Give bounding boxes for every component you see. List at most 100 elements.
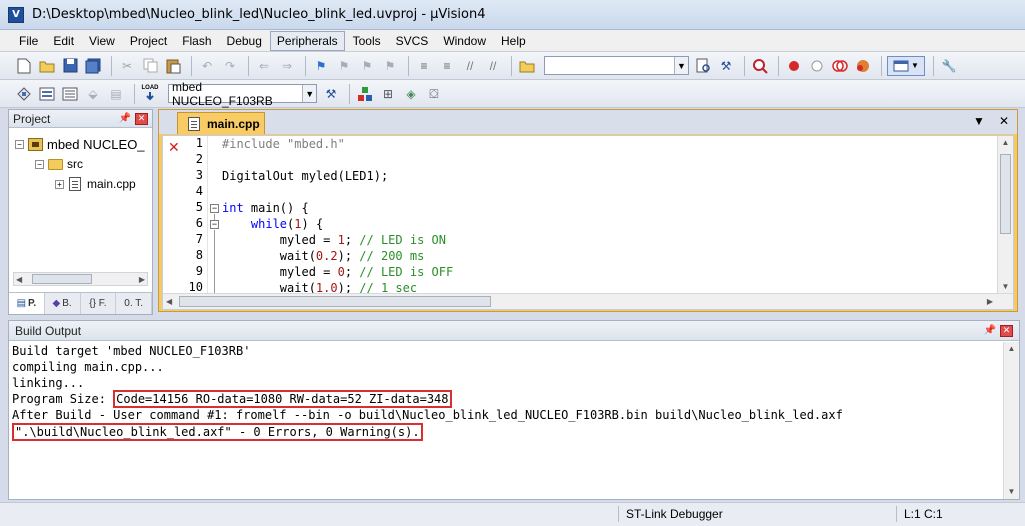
status-separator — [896, 506, 897, 522]
editor-hscrollbar[interactable]: ◀ ▶ — [163, 293, 1013, 309]
download-icon[interactable]: LOAD — [140, 84, 160, 104]
menu-view[interactable]: View — [82, 31, 122, 51]
project-tab-icon: ▤ — [16, 298, 27, 309]
navigate-forward-icon[interactable]: ⇒ — [277, 56, 297, 76]
scroll-thumb[interactable] — [32, 274, 92, 284]
scroll-thumb[interactable] — [179, 296, 491, 307]
batch-build-icon[interactable]: ⬙ — [83, 84, 103, 104]
build-output-title: Build Output — [15, 323, 82, 338]
stop-build-icon[interactable]: ▤ — [106, 84, 126, 104]
scroll-down-icon[interactable]: ▼ — [998, 280, 1013, 294]
scroll-up-icon[interactable]: ▲ — [1004, 342, 1019, 356]
enable-breakpoint-icon[interactable] — [807, 56, 827, 76]
undo-icon[interactable]: ↶ — [197, 56, 217, 76]
navigate-back-icon[interactable]: ⇐ — [254, 56, 274, 76]
find-icon[interactable] — [693, 56, 713, 76]
unindent-icon[interactable]: ≡ — [437, 56, 457, 76]
scroll-right-icon[interactable]: ▶ — [139, 275, 145, 284]
target-options-icon[interactable]: ⚒ — [321, 84, 341, 104]
close-icon[interactable]: ✕ — [135, 112, 148, 125]
tree-item-file[interactable]: + main.cpp — [55, 175, 136, 193]
menu-help[interactable]: Help — [494, 31, 533, 51]
tree-item-project[interactable]: − mbed NUCLEO_ — [15, 135, 145, 153]
find-in-files-icon[interactable] — [517, 56, 537, 76]
indent-icon[interactable]: ≡ — [414, 56, 434, 76]
new-file-icon[interactable] — [14, 56, 34, 76]
scroll-up-icon[interactable]: ▲ — [998, 136, 1013, 150]
menu-project[interactable]: Project — [123, 31, 174, 51]
toolbar-separator — [778, 55, 779, 76]
cpp-file-icon — [67, 177, 83, 191]
paste-icon[interactable] — [163, 56, 183, 76]
fold-collapse-icon[interactable]: − — [210, 220, 219, 229]
scroll-left-icon[interactable]: ◀ — [166, 297, 172, 306]
copy-icon[interactable] — [140, 56, 160, 76]
file-extensions-icon[interactable]: ⊞ — [378, 84, 398, 104]
fold-collapse-icon[interactable]: − — [210, 204, 219, 213]
select-packs-icon[interactable]: ◈ — [401, 84, 421, 104]
tab-books[interactable]: ◆ B. — [45, 293, 81, 314]
next-bookmark-icon[interactable]: ⚑ — [357, 56, 377, 76]
tab-project[interactable]: ▤ P. — [9, 293, 45, 314]
toolbar-separator — [134, 83, 135, 104]
books-icon[interactable]: ⛋ — [424, 84, 444, 104]
scroll-down-icon[interactable]: ▼ — [1004, 485, 1019, 499]
save-all-icon[interactable] — [83, 56, 103, 76]
close-tab-icon[interactable]: ✕ — [999, 114, 1009, 128]
clear-bookmarks-icon[interactable]: ⚑ — [380, 56, 400, 76]
translate-icon[interactable] — [14, 84, 34, 104]
rebuild-icon[interactable] — [60, 84, 80, 104]
build-icon[interactable] — [37, 84, 57, 104]
menu-edit[interactable]: Edit — [46, 31, 81, 51]
cut-icon[interactable]: ✂ — [117, 56, 137, 76]
debug-session-icon[interactable] — [750, 56, 770, 76]
menu-file[interactable]: File — [12, 31, 45, 51]
tree-item-folder[interactable]: − src — [35, 155, 83, 173]
insert-breakpoint-icon[interactable] — [784, 56, 804, 76]
tab-templates[interactable]: 0. T. — [116, 293, 152, 314]
editor-vscrollbar[interactable]: ▲ ▼ — [997, 136, 1013, 294]
comment-selection-icon[interactable]: // — [460, 56, 480, 76]
pin-icon[interactable]: 📌 — [984, 325, 996, 336]
code-editor[interactable]: ✕ 1 2 3 4 5 6 7 8 9 10 − − #include "mbe… — [162, 135, 1014, 310]
tab-main-cpp[interactable]: main.cpp — [177, 112, 265, 134]
close-icon[interactable]: ✕ — [1000, 324, 1013, 337]
menu-flash[interactable]: Flash — [175, 31, 218, 51]
redo-icon[interactable]: ↷ — [220, 56, 240, 76]
chevron-down-icon[interactable]: ▼ — [302, 85, 316, 102]
scroll-left-icon[interactable]: ◀ — [16, 275, 22, 284]
build-output-vscrollbar[interactable]: ▲ ▼ — [1003, 342, 1019, 499]
collapse-icon[interactable]: − — [35, 159, 44, 169]
window-layout-icon[interactable]: ▼ — [887, 55, 925, 76]
menu-tools[interactable]: Tools — [346, 31, 388, 51]
previous-bookmark-icon[interactable]: ⚑ — [334, 56, 354, 76]
collapse-icon[interactable]: − — [15, 139, 24, 149]
tab-controls: ▼ ✕ — [973, 114, 1009, 128]
toolbar-separator — [349, 83, 350, 104]
menu-window[interactable]: Window — [436, 31, 493, 51]
incremental-find-icon[interactable]: ⚒ — [716, 56, 736, 76]
project-hscrollbar[interactable]: ◀ ▶ — [13, 272, 148, 286]
configure-icon[interactable]: 🔧 — [939, 56, 959, 76]
code-line: DigitalOut myled(LED1); — [222, 169, 389, 183]
expand-icon[interactable]: + — [55, 179, 64, 189]
pin-icon[interactable]: 📌 — [119, 113, 131, 124]
menu-debug[interactable]: Debug — [220, 31, 269, 51]
menu-peripherals[interactable]: Peripherals — [269, 30, 345, 51]
scroll-thumb[interactable] — [1000, 154, 1011, 234]
open-folder-icon[interactable] — [37, 56, 57, 76]
manage-components-icon[interactable] — [355, 84, 375, 104]
scroll-right-icon[interactable]: ▶ — [987, 297, 993, 306]
menu-svcs[interactable]: SVCS — [389, 31, 436, 51]
kill-breakpoints-icon[interactable] — [853, 56, 873, 76]
uncomment-selection-icon[interactable]: // — [483, 56, 503, 76]
toolbar-separator — [191, 55, 192, 76]
chevron-down-icon[interactable]: ▼ — [674, 57, 688, 74]
insert-bookmark-icon[interactable]: ⚑ — [311, 56, 331, 76]
tab-functions[interactable]: {} F. — [81, 293, 117, 314]
find-combo[interactable]: ▼ — [544, 56, 689, 75]
save-icon[interactable] — [60, 56, 80, 76]
disable-breakpoints-icon[interactable] — [830, 56, 850, 76]
target-select[interactable]: mbed NUCLEO_F103RB ▼ — [168, 80, 317, 108]
tab-list-icon[interactable]: ▼ — [973, 114, 985, 128]
